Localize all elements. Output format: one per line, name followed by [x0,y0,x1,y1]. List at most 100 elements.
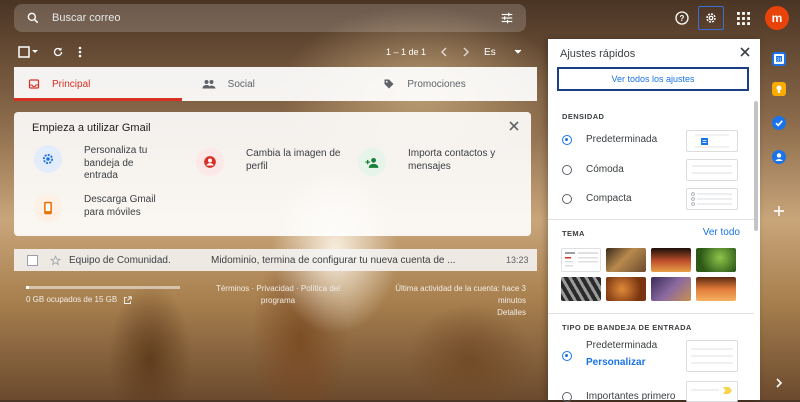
section-divider [548,313,754,314]
close-icon[interactable] [740,47,750,57]
email-subject: Midominio, termina de configurar tu nuev… [211,254,456,266]
task-download-mobile[interactable]: Descarga Gmail para móviles [34,194,174,222]
radio-button[interactable] [562,391,572,402]
tab-label: Social [227,78,255,90]
task-label: Importa contactos y mensajes [408,148,496,172]
inbox-tabs: Principal Social Promociones [14,67,537,101]
next-page-icon[interactable] [462,47,470,57]
theme-thumbnail-default[interactable] [561,248,601,272]
refresh-icon[interactable] [52,46,64,58]
card-title: Empieza a utilizar Gmail [32,122,151,134]
task-personalize[interactable]: Personaliza tu bandeja de entrada [34,145,164,183]
inbox-type-option-default[interactable]: Predeterminada Personalizar [562,340,657,368]
inbox-type-option-important-first[interactable]: Importantes primero [562,391,675,402]
tab-social[interactable]: Social [182,67,356,101]
storage-progress-fill [26,286,30,289]
add-addon-icon[interactable] [772,204,786,218]
storage-text: 0 GB ocupados de 15 GB [26,295,118,304]
email-time: 13:23 [506,255,529,265]
tab-promociones[interactable]: Promociones [355,67,537,101]
theme-thumbnail-canyon[interactable] [696,277,736,301]
task-label: Cambia la imagen de perfil [246,148,341,172]
see-all-settings-button[interactable]: Ver todos los ajustes [557,67,749,91]
expand-panel-icon[interactable] [772,376,786,390]
avatar[interactable]: m [765,6,789,30]
density-option-comfortable[interactable]: Cómoda [562,164,624,175]
storage-info: 0 GB ocupados de 15 GB [26,294,132,306]
density-heading: DENSIDAD [562,112,605,121]
search-input[interactable]: Buscar correo [52,12,500,24]
see-all-themes-link[interactable]: Ver todo [703,227,740,238]
section-divider [548,219,754,220]
email-checkbox[interactable] [27,254,38,266]
density-comfortable-preview [686,159,738,181]
density-option-default[interactable]: Predeterminada [562,134,657,145]
task-import-contacts[interactable]: Importa contactos y mensajes [358,148,506,176]
star-icon[interactable] [50,254,61,266]
getting-started-card: Empieza a utilizar Gmail Personaliza tu … [14,112,531,236]
density-default-preview [686,130,738,152]
settings-gear-icon[interactable] [698,6,724,30]
customize-link[interactable]: Personalizar [586,357,657,368]
task-label: Descarga Gmail para móviles [84,194,156,218]
option-label: Compacta [586,193,632,204]
mail-toolbar [18,44,96,60]
search-options-icon[interactable] [500,11,514,25]
pagination: 1 – 1 de 1 Es [386,44,536,60]
svg-text:?: ? [680,14,685,23]
panel-scrollbar[interactable] [754,101,758,231]
tab-principal[interactable]: Principal [14,67,182,101]
option-text: Predeterminada Personalizar [586,340,657,368]
theme-thumbnail-pattern[interactable] [561,277,601,301]
quick-settings-panel: Ajustes rápidos Ver todos los ajustes DE… [548,39,760,402]
option-label: Importantes primero [586,391,676,402]
prev-page-icon[interactable] [440,47,448,57]
open-in-new-icon[interactable] [123,295,132,305]
contacts-icon[interactable] [772,150,786,164]
terms-links[interactable]: Términos · Privacidad · Política del pro… [204,283,352,307]
phone-icon [34,194,62,222]
inbox-type-heading: TIPO DE BANDEJA DE ENTRADA [562,323,692,332]
storage-progress-bar [26,286,180,289]
theme-thumbnail-grapes[interactable] [651,277,691,301]
email-row[interactable]: Equipo de Comunidad. Midominio, termina … [14,249,537,271]
task-profile-picture[interactable]: Cambia la imagen de perfil [196,148,344,176]
keep-icon[interactable] [772,82,786,96]
density-option-compact[interactable]: Compacta [562,193,632,204]
radio-button[interactable] [562,164,572,175]
account-activity: Última actividad de la cuenta: hace 3 mi… [378,283,526,319]
radio-button[interactable] [562,193,572,204]
gear-icon [34,145,62,173]
input-language-select[interactable]: Es [484,47,522,58]
apps-grid-icon[interactable] [732,6,754,30]
tab-label: Promociones [407,78,466,90]
select-all-checkbox[interactable] [18,46,38,58]
svg-text:31: 31 [776,57,782,63]
theme-thumbnail-autumn[interactable] [606,277,646,301]
theme-thumbnail-leaf[interactable] [696,248,736,272]
search-icon[interactable] [26,11,40,25]
details-link[interactable]: Detalles [378,307,526,319]
email-sender: Equipo de Comunidad. [69,254,171,266]
panel-title: Ajustes rápidos [560,48,636,60]
search-bar[interactable]: Buscar correo [14,4,526,32]
person-add-icon [358,148,386,176]
tasks-icon[interactable] [772,116,786,130]
calendar-icon[interactable]: 31 [772,52,786,66]
account-icon [196,148,224,176]
activity-text: Última actividad de la cuenta: hace 3 mi… [395,284,526,305]
theme-thumbnail-sunset[interactable] [651,248,691,272]
theme-thumbnail-chess[interactable] [606,248,646,272]
close-icon[interactable] [509,121,519,131]
option-label: Predeterminada [586,134,658,145]
radio-button[interactable] [562,351,572,361]
tag-icon [383,78,395,90]
help-icon[interactable]: ? [670,6,694,30]
radio-button[interactable] [562,134,572,145]
density-compact-preview [686,188,738,210]
option-label: Cómoda [586,164,624,175]
tab-label: Principal [52,78,91,90]
inbox-icon [28,78,40,90]
more-options-icon[interactable] [78,46,82,58]
task-label: Personaliza tu bandeja de entrada [84,145,148,181]
